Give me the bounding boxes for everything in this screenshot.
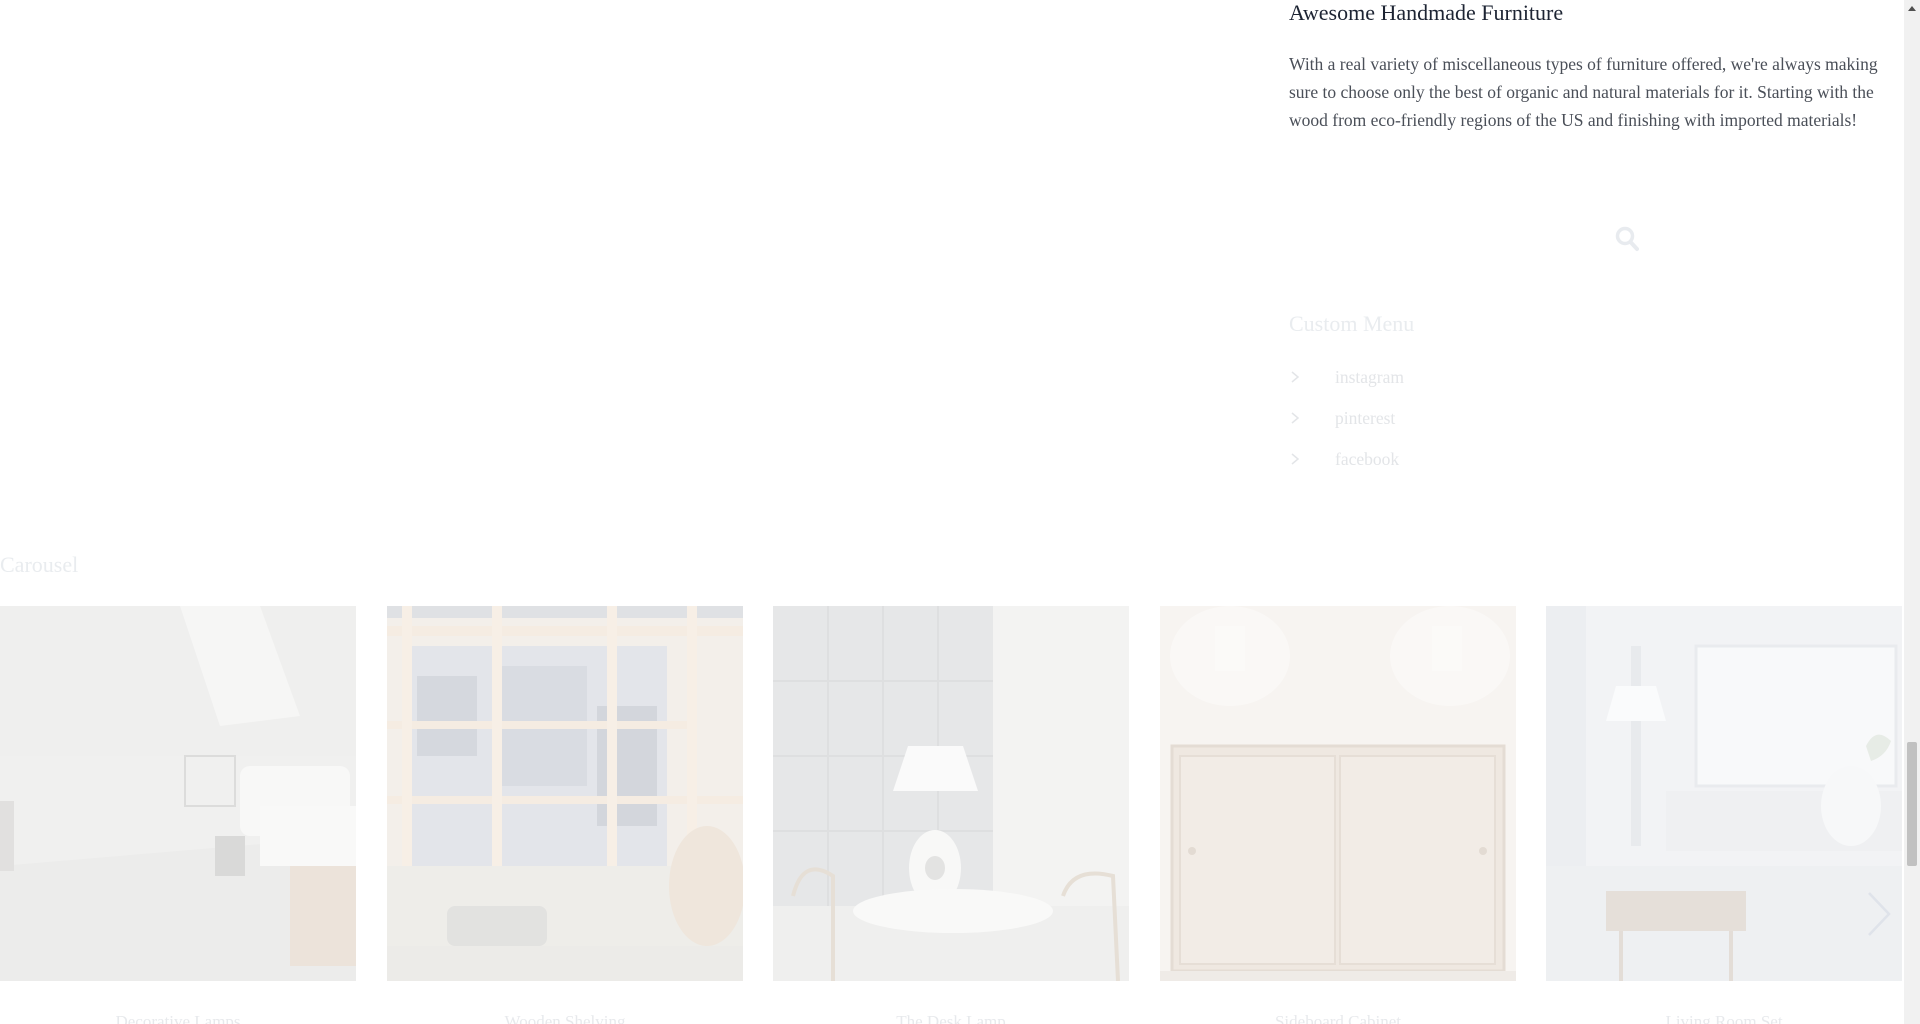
caret-up-icon: [1908, 6, 1916, 11]
carousel-title: Carousel: [0, 552, 79, 577]
carousel: [0, 606, 1904, 981]
carousel-slide-desk-lamp[interactable]: [773, 606, 1129, 981]
vertical-scrollbar[interactable]: [1904, 0, 1920, 1024]
scroll-up-button[interactable]: [1904, 0, 1920, 17]
carousel-caption[interactable]: Decorative Lamps: [0, 1012, 356, 1024]
custom-menu-title: Custom Menu: [1289, 311, 1415, 336]
desk-lamp-image: [773, 606, 1129, 981]
chevron-right-icon: [1291, 453, 1300, 465]
page: Awesome Handmade Furniture With a real v…: [0, 0, 1920, 1024]
carousel-caption[interactable]: The Desk Lamp: [773, 1012, 1129, 1024]
living-room-image: [0, 606, 356, 981]
scroll-thumb[interactable]: [1907, 742, 1917, 866]
menu-item-label[interactable]: facebook: [1335, 446, 1399, 472]
chevron-right-icon: [1291, 371, 1300, 383]
widget-title: Awesome Handmade Furniture: [1289, 0, 1564, 25]
carousel-slide-sideboard[interactable]: [1160, 606, 1516, 981]
widget-text: With a real variety of miscellaneous typ…: [1289, 54, 1878, 130]
carousel-next-button[interactable]: [1866, 890, 1892, 938]
carousel-slide-living-room-set[interactable]: [1546, 606, 1902, 981]
menu-item-pinterest[interactable]: pinterest: [1289, 405, 1404, 446]
shelving-image: [387, 606, 743, 981]
menu-item-facebook[interactable]: facebook: [1289, 446, 1404, 487]
search-icon: [1615, 226, 1639, 251]
carousel-slide-shelving[interactable]: [387, 606, 743, 981]
carousel-slide-living-room[interactable]: [0, 606, 356, 981]
chevron-right-icon: [1868, 892, 1891, 936]
sideboard-image: [1160, 606, 1516, 981]
carousel-caption[interactable]: Living Room Set: [1546, 1012, 1902, 1024]
menu-item-label[interactable]: pinterest: [1335, 405, 1395, 431]
menu-item-label[interactable]: instagram: [1335, 364, 1404, 390]
custom-menu-list: instagram pinterest facebook: [1289, 364, 1404, 487]
chevron-right-icon: [1291, 412, 1300, 424]
search-button[interactable]: [1615, 226, 1639, 252]
carousel-caption[interactable]: Wooden Shelving: [387, 1012, 743, 1024]
living-room-set-image: [1546, 606, 1902, 981]
menu-item-instagram[interactable]: instagram: [1289, 364, 1404, 405]
carousel-caption[interactable]: Sideboard Cabinet: [1160, 1012, 1516, 1024]
